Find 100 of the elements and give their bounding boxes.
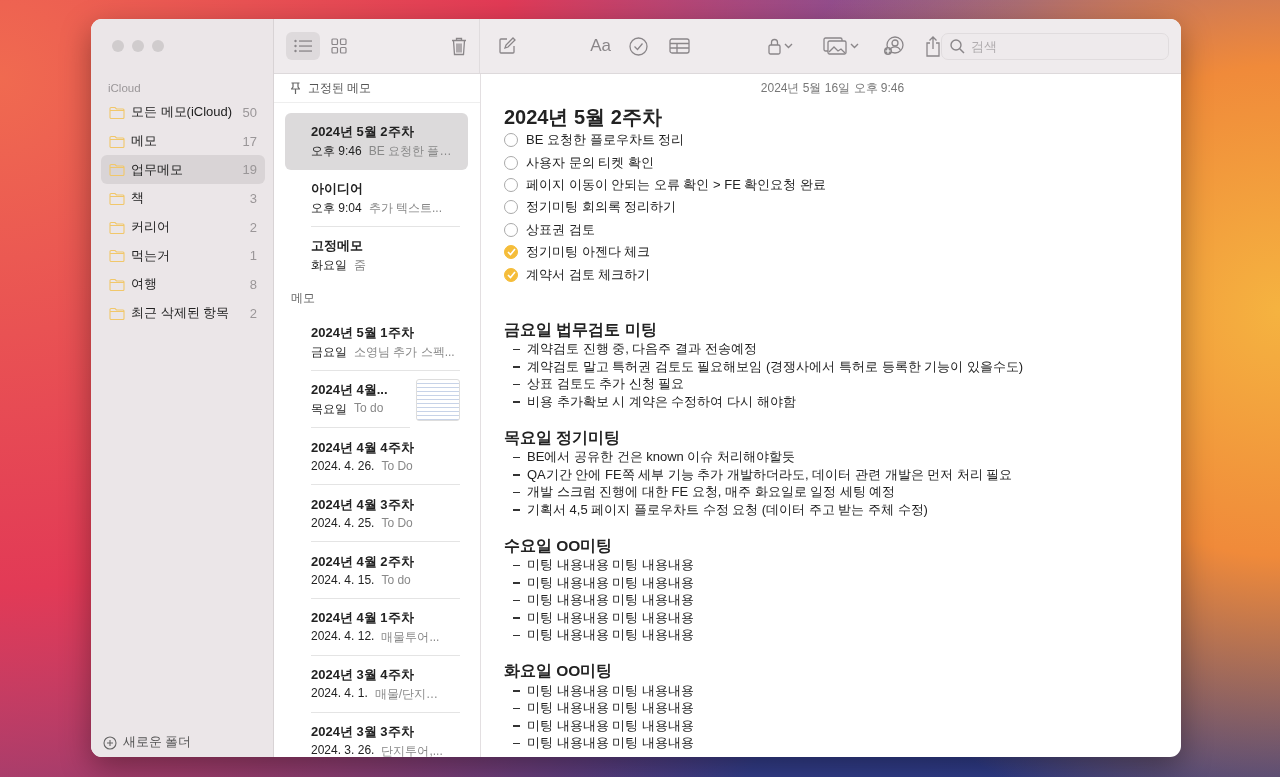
- account-label: iCloud: [108, 82, 142, 94]
- list-text: 비용 추가확보 시 계약은 수정하여 다시 해야함: [527, 393, 796, 411]
- note-list-item[interactable]: 2024년 5월 1주차 금요일 소영님 추가 스펙...: [285, 314, 468, 371]
- folder-icon: [109, 105, 125, 119]
- dash-marker: [513, 509, 520, 511]
- folder-name: 모든 메모(iCloud): [131, 103, 234, 122]
- chevron-down-icon: [784, 43, 793, 49]
- note-date: 오후 9:04: [311, 199, 362, 217]
- list-text: 미팅 내용내용 미팅 내용내용: [527, 609, 694, 627]
- section-heading: 목요일 정기미팅: [504, 427, 622, 448]
- collaborate-icon[interactable]: [883, 36, 905, 56]
- note-list-item[interactable]: 2024년 4월 4주차 2024. 4. 26. To Do: [285, 428, 468, 485]
- plus-circle-icon: [103, 735, 117, 750]
- trash-icon[interactable]: [451, 36, 468, 56]
- note-heading: 2024년 5월 2주차: [504, 105, 663, 129]
- note-preview: To do: [354, 400, 384, 417]
- folder-item[interactable]: 모든 메모(iCloud) 50: [101, 98, 265, 127]
- view-toggle-button[interactable]: [286, 32, 320, 60]
- note-title: 2024년 3월 3주차: [311, 722, 415, 741]
- list-text: 미팅 내용내용 미팅 내용내용: [527, 574, 694, 592]
- folder-count: 3: [249, 190, 257, 206]
- dash-marker: [513, 401, 520, 403]
- photo-icon: [823, 37, 847, 55]
- note-date: 2024. 3. 26.: [311, 742, 375, 757]
- list-text: 개발 스크럼 진행에 대한 FE 요청, 매주 화요일로 일정 세팅 예정: [527, 483, 896, 502]
- folder-name: 최근 삭제된 항목: [131, 304, 231, 323]
- note-title: 2024년 4월 3주차: [311, 496, 415, 514]
- media-button[interactable]: [823, 37, 859, 55]
- list-text: 미팅 내용내용 미팅 내용내용: [527, 682, 694, 700]
- folder-name: 먹는거: [131, 246, 171, 265]
- dash-marker: [513, 617, 520, 619]
- note-title: 2024년 3월 4주차: [311, 665, 415, 684]
- zoom-button[interactable]: [152, 40, 164, 52]
- note-date: 오후 9:46: [311, 142, 362, 160]
- note-preview: To Do: [381, 459, 413, 473]
- compose-icon[interactable]: [498, 37, 517, 55]
- table-icon[interactable]: [669, 38, 690, 54]
- share-icon[interactable]: [925, 35, 941, 57]
- folder-count: 17: [242, 133, 257, 149]
- note-list-item[interactable]: 2024년 4월... 목요일 To do: [285, 371, 468, 428]
- dash-marker: [513, 725, 520, 727]
- folder-icon: [109, 277, 125, 291]
- note-title: 아이디어: [311, 179, 364, 198]
- note-list-item[interactable]: 2024년 5월 2주차 오후 9:46 BE 요청한 플…: [285, 113, 468, 170]
- folder-item[interactable]: 여행 8: [101, 270, 265, 299]
- list-text: 미팅 내용내용 미팅 내용내용: [527, 717, 694, 735]
- folder-count: 50: [242, 104, 257, 120]
- folder-item[interactable]: 커리어 2: [101, 212, 265, 242]
- list-text: 계약검토 진행 중, 다음주 결과 전송예정: [527, 340, 757, 359]
- note-title: 2024년 5월 2주차: [311, 122, 415, 141]
- dash-marker: [513, 366, 520, 368]
- list-view-icon: [294, 39, 312, 53]
- folder-icon: [109, 191, 125, 205]
- close-button[interactable]: [112, 40, 124, 52]
- folder-item[interactable]: 최근 삭제된 항목 2: [101, 298, 265, 328]
- note-list-item[interactable]: 2024년 4월 3주차 2024. 4. 25. To Do: [285, 485, 468, 542]
- dash-marker: [513, 634, 520, 637]
- dash-marker: [513, 690, 520, 692]
- dash-marker: [513, 491, 520, 494]
- note-date: 금요일: [311, 343, 347, 361]
- list-text: 상표 검토도 추가 신청 필요: [527, 375, 685, 394]
- checkbox[interactable]: [504, 245, 518, 260]
- minimize-button[interactable]: [132, 40, 144, 52]
- checklist-text: 상표권 검토: [526, 220, 595, 239]
- list-text: 미팅 내용내용 미팅 내용내용: [527, 626, 694, 645]
- note-title: 2024년 4월...: [311, 380, 389, 399]
- folder-item[interactable]: 메모 17: [101, 126, 265, 156]
- note-list-item[interactable]: 2024년 4월 2주차 2024. 4. 15. To do: [285, 542, 468, 599]
- note-preview: 추가 텍스트...: [368, 199, 443, 217]
- folder-count: 2: [249, 219, 257, 235]
- folder-icon: [109, 249, 125, 263]
- dash-marker: [513, 707, 520, 710]
- section-heading: 금요일 법무검토 미팅: [504, 319, 658, 340]
- note-preview: 매물/단지…: [374, 685, 439, 703]
- note-date: 2024. 4. 12.: [311, 628, 375, 645]
- folder-icon: [109, 306, 125, 320]
- checklist-text: 계약서 검토 체크하기: [526, 265, 651, 284]
- folder-item[interactable]: 먹는거 1: [101, 241, 265, 271]
- dash-marker: [513, 474, 520, 476]
- note-list-item[interactable]: 아이디어 오후 9:04 추가 텍스트...: [285, 170, 468, 227]
- folder-count: 1: [249, 248, 257, 264]
- folder-item[interactable]: 업무메모 19: [101, 155, 265, 185]
- list-text: 미팅 내용내용 미팅 내용내용: [527, 591, 694, 610]
- section-heading: 화요일 OO미팅: [504, 661, 614, 682]
- lock-button[interactable]: [768, 37, 793, 55]
- checkbox[interactable]: [504, 267, 518, 282]
- checklist-icon[interactable]: [629, 36, 648, 56]
- folder-count: 2: [249, 305, 257, 321]
- chevron-down-icon: [850, 43, 859, 49]
- note-title: 2024년 4월 1주차: [311, 608, 415, 627]
- folder-item[interactable]: 책 3: [101, 184, 265, 213]
- note-list-item[interactable]: 2024년 4월 1주차 2024. 4. 12. 매물투어...: [285, 599, 468, 656]
- note-list-item[interactable]: 2024년 3월 4주차 2024. 4. 1. 매물/단지…: [285, 656, 468, 713]
- note-preview: 소영님 추가 스펙...: [354, 343, 455, 361]
- search-field[interactable]: 검색: [941, 32, 1169, 60]
- new-folder-button[interactable]: 새로운 폴더: [101, 734, 265, 751]
- note-list-item[interactable]: 고정메모 화요일 줌: [285, 227, 468, 284]
- pin-icon: [291, 82, 300, 94]
- note-list-item[interactable]: 2024년 3월 3주차 2024. 3. 26. 단지투어,...: [285, 713, 468, 757]
- dash-marker: [513, 564, 520, 567]
